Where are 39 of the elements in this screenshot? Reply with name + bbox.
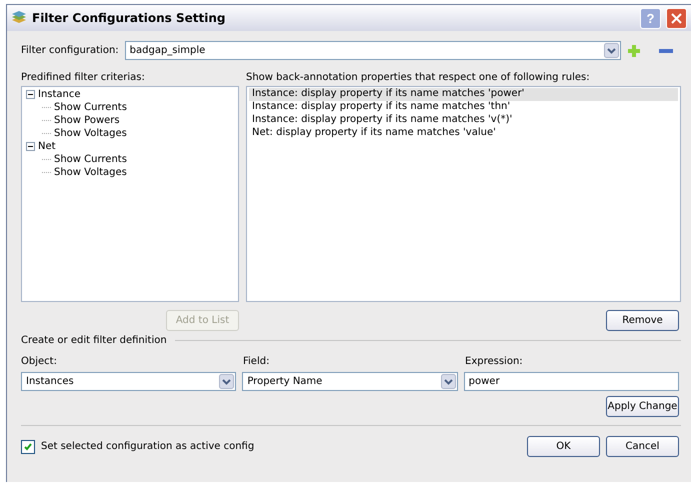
remove-button[interactable]: Remove (606, 310, 679, 331)
tree-item[interactable]: Show Currents (54, 154, 127, 165)
ok-button[interactable]: OK (527, 436, 600, 457)
cancel-button[interactable]: Cancel (606, 436, 679, 457)
remove-icon[interactable] (659, 48, 673, 52)
object-combo[interactable]: Instances (21, 372, 236, 391)
close-button[interactable] (666, 8, 687, 28)
field-label: Object: (21, 356, 58, 367)
checkbox-label: Set selected configuration as active config (41, 441, 256, 452)
section-title: Create or edit filter definition (21, 335, 167, 346)
tree-item[interactable]: Show Powers (54, 115, 120, 126)
rule-item[interactable]: Instance: display property if its name matches 'power' (249, 88, 678, 101)
dropdown-button[interactable] (440, 374, 456, 389)
rule-item[interactable]: Instance: display property if its name matches 'v(*)' (249, 114, 678, 127)
stack-icon (11, 11, 27, 25)
window-title: Filter Configurations Setting (32, 11, 226, 25)
field-combo[interactable]: Property Name (242, 372, 458, 391)
list-label: Predifined filter criterias: (21, 72, 145, 83)
tree-item[interactable]: Net (38, 141, 56, 152)
field-label: Field: (243, 356, 270, 367)
field-label: Expression: (465, 356, 524, 367)
tree-item[interactable]: Instance (38, 89, 81, 100)
collapse-icon[interactable] (26, 142, 35, 151)
field-label: Filter configuration: (21, 45, 119, 56)
dropdown-button[interactable] (604, 43, 619, 58)
apply-change-button[interactable]: Apply Change (606, 396, 679, 417)
close-icon (671, 12, 682, 24)
dropdown-button[interactable] (219, 374, 234, 389)
collapse-icon[interactable] (26, 90, 35, 99)
tree-item[interactable]: Show Voltages (54, 167, 127, 178)
checkbox[interactable] (21, 440, 35, 454)
expression-field[interactable]: power (464, 372, 679, 391)
rule-item[interactable]: Net: display property if its name matches 'value' (249, 127, 678, 140)
list-label: Show back-annotation properties that respect one of following rules: (246, 72, 590, 83)
configuration-combo[interactable]: badgap_simple (124, 41, 621, 60)
tree-item[interactable]: Show Voltages (54, 128, 127, 139)
rule-item[interactable]: Instance: display property if its name matches 'thn' (249, 101, 678, 114)
check-icon (23, 442, 33, 452)
tree-item[interactable]: Show Currents (54, 102, 127, 113)
